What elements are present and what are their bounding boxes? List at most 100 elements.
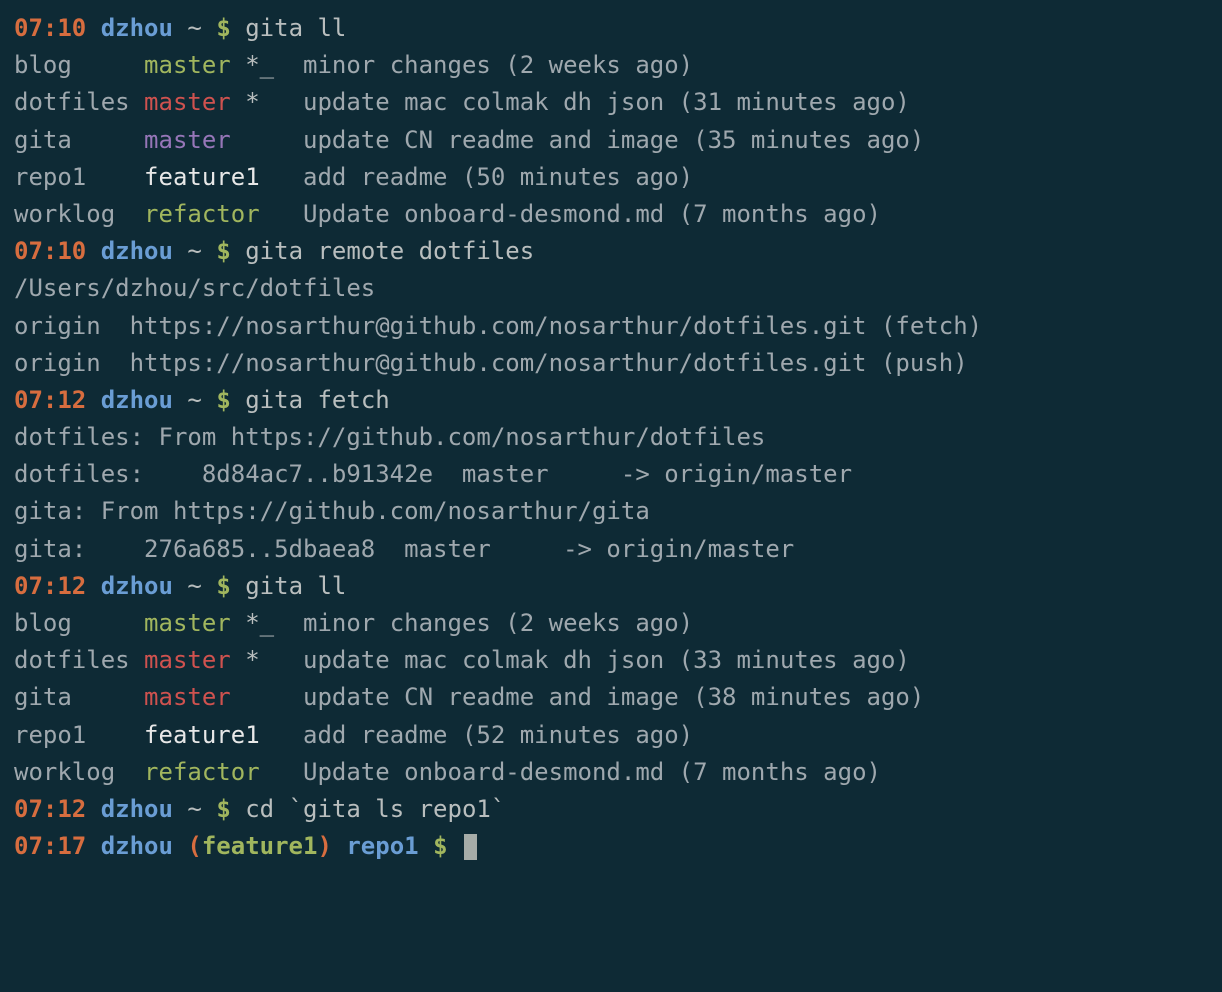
repo-row: dotfiles master * update mac colmak dh j…	[14, 642, 1208, 679]
branch-name: master	[130, 683, 231, 711]
prompt-time: 07:12	[14, 572, 86, 600]
output-text: /Users/dzhou/src/dotfiles	[14, 274, 375, 302]
terminal[interactable]: 07:10 dzhou ~ $ gita llblog master *_ mi…	[14, 10, 1208, 865]
repo-name: dotfiles	[14, 646, 130, 674]
commit-message: Update onboard-desmond.md (7 months ago)	[289, 200, 881, 228]
prompt-time: 07:12	[14, 795, 86, 823]
output-text: gita: 276a685..5dbaea8 master -> origin/…	[14, 535, 794, 563]
branch-name: master	[130, 126, 231, 154]
repo-row: worklog refactor Update onboard-desmond.…	[14, 754, 1208, 791]
prompt-line: 07:12 dzhou ~ $ gita fetch	[14, 382, 1208, 419]
command-text: cd `gita ls repo1`	[245, 795, 505, 823]
prompt-dir: ~	[187, 795, 201, 823]
commit-message: minor changes (2 weeks ago)	[289, 51, 694, 79]
output-text: dotfiles: From https://github.com/nosart…	[14, 423, 765, 451]
prompt-dir: repo1	[346, 832, 418, 860]
repo-name: gita	[14, 126, 130, 154]
output-text: gita: From https://github.com/nosarthur/…	[14, 497, 650, 525]
output-text: dotfiles: 8d84ac7..b91342e master -> ori…	[14, 460, 852, 488]
output-line: dotfiles: 8d84ac7..b91342e master -> ori…	[14, 456, 1208, 493]
prompt-dollar: $	[216, 14, 230, 42]
repo-row: dotfiles master * update mac colmak dh j…	[14, 84, 1208, 121]
repo-row: repo1 feature1 add readme (52 minutes ag…	[14, 717, 1208, 754]
prompt-line: 07:10 dzhou ~ $ gita ll	[14, 10, 1208, 47]
prompt-dir: ~	[187, 237, 201, 265]
commit-message: minor changes (2 weeks ago)	[289, 609, 694, 637]
prompt-dir: ~	[187, 386, 201, 414]
prompt-dollar: $	[216, 237, 230, 265]
repo-row: blog master *_ minor changes (2 weeks ag…	[14, 605, 1208, 642]
prompt-time: 07:17	[14, 832, 86, 860]
status-flags	[260, 163, 289, 191]
output-line: dotfiles: From https://github.com/nosart…	[14, 419, 1208, 456]
prompt-dollar: $	[433, 832, 447, 860]
branch-name: refactor	[130, 200, 260, 228]
prompt-dollar: $	[216, 386, 230, 414]
paren-close: )	[317, 832, 331, 860]
command-text: gita ll	[245, 14, 346, 42]
commit-message: add readme (52 minutes ago)	[289, 721, 694, 749]
commit-message: update mac colmak dh json (31 minutes ag…	[289, 88, 910, 116]
prompt-time: 07:12	[14, 386, 86, 414]
prompt-dollar: $	[216, 795, 230, 823]
prompt-dollar: $	[216, 572, 230, 600]
commit-message: update CN readme and image (38 minutes a…	[289, 683, 925, 711]
status-flags	[260, 721, 289, 749]
repo-name: worklog	[14, 758, 130, 786]
commit-message: Update onboard-desmond.md (7 months ago)	[289, 758, 881, 786]
status-flags	[231, 126, 289, 154]
branch-name: master	[130, 51, 231, 79]
branch-name: feature1	[130, 163, 260, 191]
commit-message: update mac colmak dh json (33 minutes ag…	[289, 646, 910, 674]
repo-name: worklog	[14, 200, 130, 228]
prompt-user: dzhou	[101, 832, 173, 860]
repo-name: dotfiles	[14, 88, 130, 116]
output-line: gita: From https://github.com/nosarthur/…	[14, 493, 1208, 530]
output-line: origin https://nosarthur@github.com/nosa…	[14, 345, 1208, 382]
output-text: origin https://nosarthur@github.com/nosa…	[14, 349, 968, 377]
command-text: gita remote dotfiles	[245, 237, 534, 265]
repo-row: repo1 feature1 add readme (50 minutes ag…	[14, 159, 1208, 196]
repo-row: gita master update CN readme and image (…	[14, 122, 1208, 159]
branch-name: master	[130, 646, 231, 674]
status-flags: *	[231, 646, 289, 674]
repo-name: blog	[14, 609, 130, 637]
output-line: origin https://nosarthur@github.com/nosa…	[14, 308, 1208, 345]
prompt-line: 07:17 dzhou (feature1) repo1 $	[14, 828, 1208, 865]
commit-message: add readme (50 minutes ago)	[289, 163, 694, 191]
prompt-line: 07:12 dzhou ~ $ gita ll	[14, 568, 1208, 605]
prompt-user: dzhou	[101, 237, 173, 265]
repo-name: blog	[14, 51, 130, 79]
output-text: origin https://nosarthur@github.com/nosa…	[14, 312, 982, 340]
prompt-user: dzhou	[101, 572, 173, 600]
command-text: gita ll	[245, 572, 346, 600]
prompt-branch: feature1	[202, 832, 318, 860]
prompt-user: dzhou	[101, 14, 173, 42]
branch-name: master	[130, 609, 231, 637]
prompt-dir: ~	[187, 572, 201, 600]
status-flags	[260, 758, 289, 786]
commit-message: update CN readme and image (35 minutes a…	[289, 126, 925, 154]
prompt-user: dzhou	[101, 386, 173, 414]
repo-row: gita master update CN readme and image (…	[14, 679, 1208, 716]
branch-name: master	[130, 88, 231, 116]
repo-name: repo1	[14, 721, 130, 749]
status-flags: *	[231, 88, 289, 116]
prompt-time: 07:10	[14, 237, 86, 265]
branch-name: refactor	[130, 758, 260, 786]
output-line: /Users/dzhou/src/dotfiles	[14, 270, 1208, 307]
cursor[interactable]	[464, 834, 477, 860]
repo-row: blog master *_ minor changes (2 weeks ag…	[14, 47, 1208, 84]
repo-name: gita	[14, 683, 130, 711]
status-flags	[231, 683, 289, 711]
branch-name: feature1	[130, 721, 260, 749]
output-line: gita: 276a685..5dbaea8 master -> origin/…	[14, 531, 1208, 568]
prompt-dir: ~	[187, 14, 201, 42]
prompt-line: 07:10 dzhou ~ $ gita remote dotfiles	[14, 233, 1208, 270]
command-text: gita fetch	[245, 386, 390, 414]
repo-row: worklog refactor Update onboard-desmond.…	[14, 196, 1208, 233]
status-flags: *_	[231, 51, 289, 79]
prompt-line: 07:12 dzhou ~ $ cd `gita ls repo1`	[14, 791, 1208, 828]
repo-name: repo1	[14, 163, 130, 191]
status-flags	[260, 200, 289, 228]
